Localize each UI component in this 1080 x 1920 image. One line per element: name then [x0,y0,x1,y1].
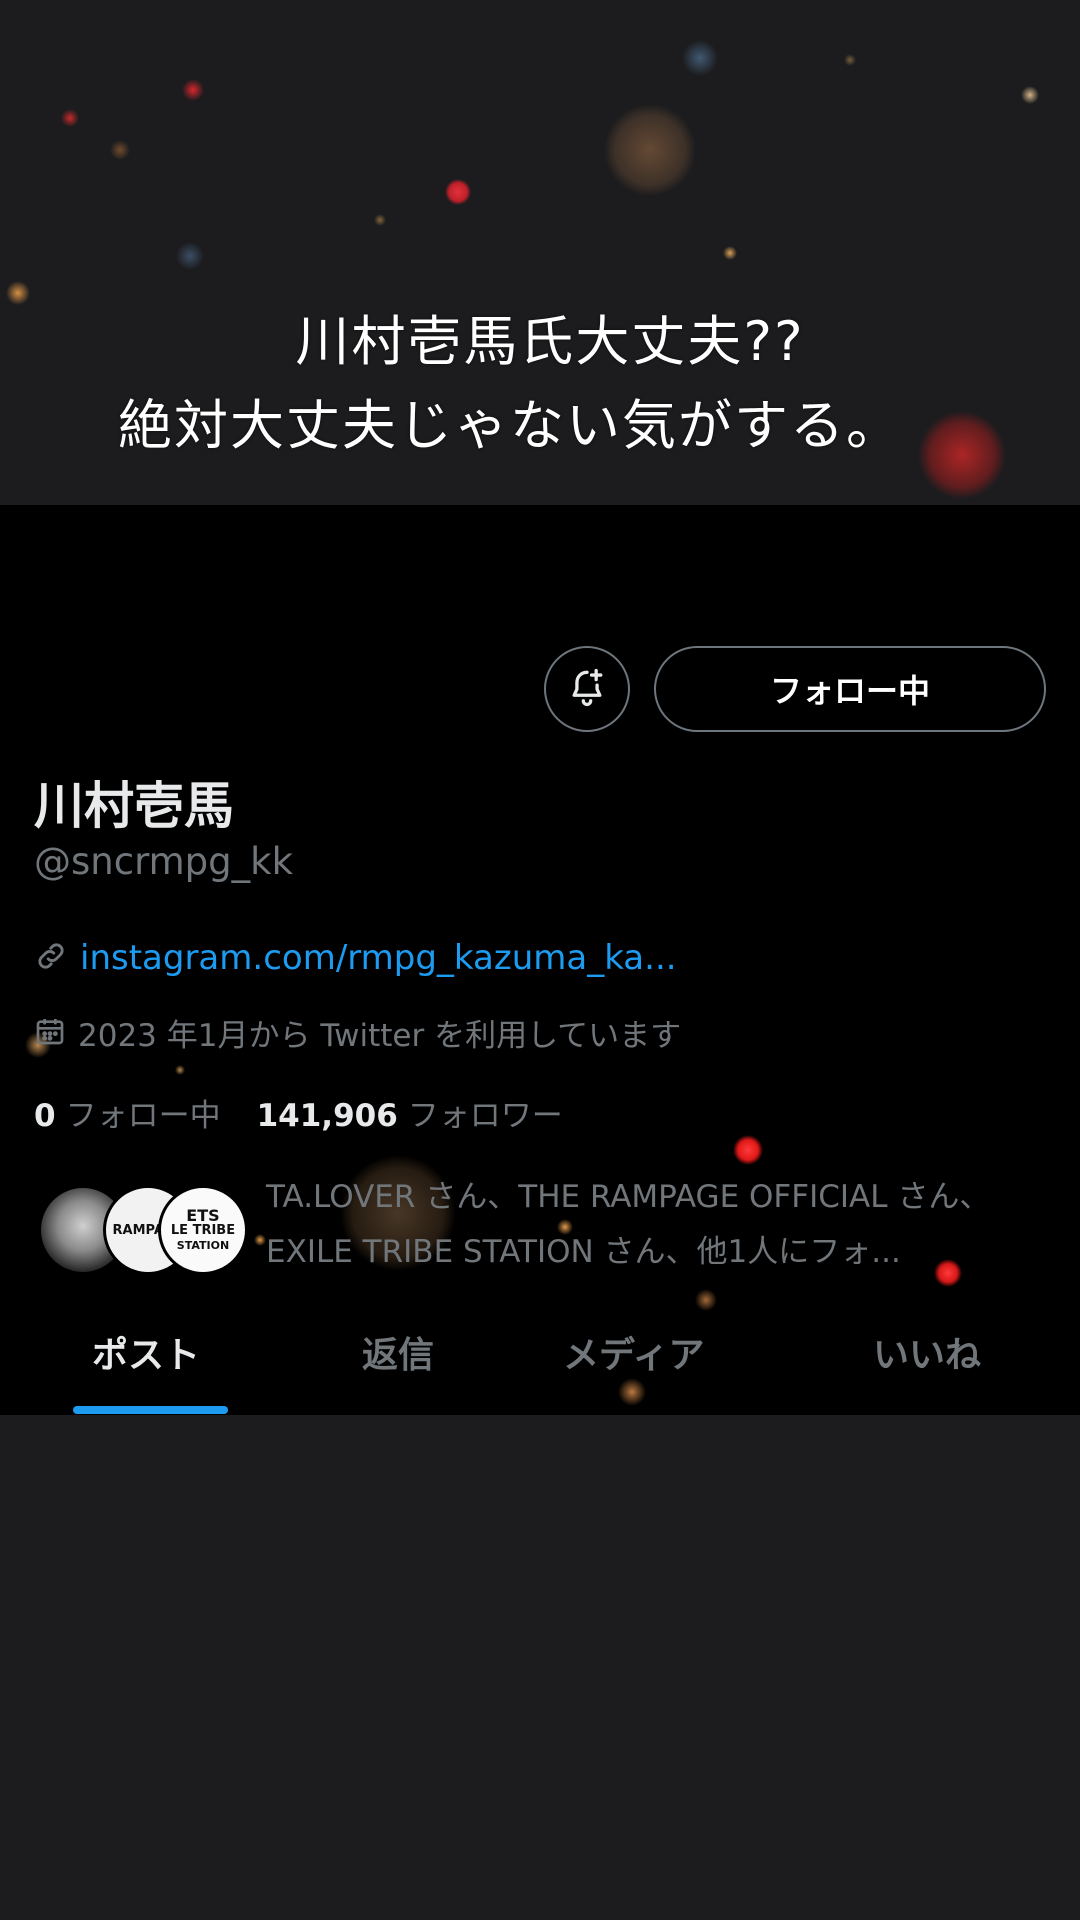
following-button[interactable]: フォロー中 [654,646,1046,732]
profile-name: 川村壱馬 [34,777,234,835]
background-bottom [0,1415,1080,1920]
tab-replies[interactable]: 返信 [362,1326,434,1378]
notification-bell-button[interactable] [544,646,630,732]
avatar-label: STATION [176,1238,230,1252]
link-icon [34,939,68,977]
following-stat[interactable]: 0 フォロー中 [34,1090,221,1135]
tab-posts[interactable]: ポスト [92,1326,200,1378]
followed-by-avatars[interactable]: RAMPAGE ETS LE TRIBE STATION [38,1185,248,1275]
followers-stat[interactable]: 141,906 フォロワー [257,1090,563,1135]
following-label: フォロー中 [65,1098,221,1134]
profile-handle: @sncrmpg_kk [34,840,293,883]
tab-likes[interactable]: いいね [873,1326,981,1378]
avatar-label: ETS [186,1205,220,1225]
followed-by-text[interactable]: TA.LOVER さん、THE RAMPAGE OFFICIAL さん、EXIL… [266,1170,1046,1280]
website-row: instagram.com/rmpg_kazuma_ka... [34,938,677,978]
profile-tabs: ポスト 返信 メディア いいね [0,1320,1080,1415]
followers-label: フォロワー [407,1098,563,1134]
follow-stats: 0 フォロー中 141,906 フォロワー [34,1090,563,1135]
active-tab-indicator [73,1406,228,1414]
calendar-icon [34,1015,66,1051]
avatar: ETS LE TRIBE STATION [158,1185,248,1275]
tab-media[interactable]: メディア [563,1326,704,1378]
caption-line-1: 川村壱馬氏大丈夫?? [295,310,805,373]
avatar-label: LE TRIBE [170,1222,236,1238]
followers-count: 141,906 [256,1098,398,1134]
following-count: 0 [34,1098,56,1134]
joined-date: 2023 年1月から Twitter を利用しています [78,1018,682,1054]
overlay-caption: 川村壱馬氏大丈夫?? 絶対大丈夫じゃない気がする。 [0,298,1080,466]
bell-plus-icon [565,665,609,713]
website-link[interactable]: instagram.com/rmpg_kazuma_ka... [80,938,677,978]
joined-row: 2023 年1月から Twitter を利用しています [34,1010,681,1055]
caption-line-2: 絶対大丈夫じゃない気がする。 [118,394,902,457]
